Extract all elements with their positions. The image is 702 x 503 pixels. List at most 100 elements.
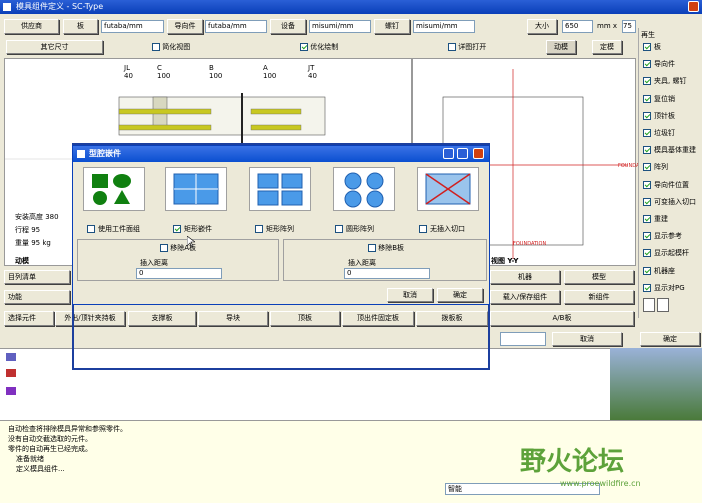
simplify-view-option[interactable]: 简化视图 <box>152 42 190 52</box>
regenerate-item[interactable]: 板 <box>643 42 661 52</box>
regenerate-checkbox[interactable] <box>643 60 651 69</box>
main-cancel-button[interactable]: 取消 <box>552 332 622 346</box>
regenerate-checkbox[interactable] <box>643 129 651 137</box>
blank-field[interactable] <box>500 332 546 346</box>
clamp-plate-button[interactable]: 外出/顶针夹持板 <box>55 311 125 326</box>
b-insert-distance-field[interactable]: 0 <box>344 268 430 279</box>
ab-plate-button[interactable]: A/B板 <box>490 311 634 326</box>
regenerate-item[interactable]: 重建 <box>643 214 668 224</box>
regenerate-item[interactable]: 顶针板 <box>643 111 675 121</box>
dialog-cancel-button[interactable]: 取消 <box>387 288 433 302</box>
supplier-button[interactable]: 供应商 <box>4 19 59 34</box>
top-plate-button[interactable]: 顶板 <box>270 311 340 326</box>
optimize-draw-option[interactable]: 优化绘制 <box>300 42 338 52</box>
regenerate-item[interactable]: 导向件位置 <box>643 180 689 190</box>
detail-checkbox[interactable] <box>448 43 456 51</box>
regenerate-checkbox[interactable] <box>643 283 651 292</box>
remove-b-plate-option[interactable]: 移除B板 <box>368 243 404 253</box>
tree-node-icon[interactable] <box>6 353 16 361</box>
rect-array-icon[interactable] <box>249 167 311 211</box>
a-insert-distance-field[interactable]: 0 <box>136 268 222 279</box>
regenerate-checkbox[interactable] <box>643 232 651 241</box>
guide-field[interactable]: futaba/mm <box>205 20 267 33</box>
model-button[interactable]: 模型 <box>564 270 634 284</box>
dialog-close-icon[interactable] <box>473 148 484 159</box>
main-ok-button[interactable]: 确定 <box>640 332 700 346</box>
regenerate-checkbox[interactable] <box>643 111 651 120</box>
regenerate-checkbox[interactable] <box>643 43 651 51</box>
fixed-half-button[interactable]: 定模 <box>592 40 622 54</box>
insert-option-checkbox[interactable] <box>173 225 181 233</box>
regenerate-item[interactable]: 可变插入切口 <box>643 197 696 207</box>
new-component-button[interactable]: 新组件 <box>564 290 634 304</box>
dialog-ok-button[interactable]: 确定 <box>437 288 483 302</box>
machine-button[interactable]: 机器 <box>490 270 560 284</box>
maximize-icon[interactable] <box>457 148 468 159</box>
simplify-checkbox[interactable] <box>152 43 160 51</box>
size-field-2[interactable]: 75 <box>622 20 636 33</box>
remove-a-plate-checkbox[interactable] <box>160 244 168 252</box>
insert-option-checkbox[interactable] <box>255 225 263 233</box>
regenerate-item[interactable]: 复位销 <box>643 94 675 104</box>
optimize-checkbox[interactable] <box>300 43 308 51</box>
regenerate-item[interactable]: 垃圾钉 <box>643 128 675 138</box>
regenerate-item[interactable]: 阵列 <box>643 162 668 172</box>
circle-array-icon[interactable] <box>333 167 395 211</box>
minimize-icon[interactable] <box>443 148 454 159</box>
plate-button[interactable]: 板 <box>63 19 98 34</box>
tree-node-icon-3[interactable] <box>6 387 16 395</box>
regenerate-checkbox[interactable] <box>643 266 651 275</box>
insert-option[interactable]: 使用工件面组 <box>87 224 140 234</box>
regenerate-checkbox[interactable] <box>643 215 651 223</box>
guide-block-button[interactable]: 导块 <box>198 311 268 326</box>
regenerate-checkbox[interactable] <box>643 146 651 155</box>
move-half-button[interactable]: 动模 <box>546 40 576 54</box>
no-cut-icon[interactable] <box>417 167 479 211</box>
regenerate-item[interactable]: 显示参考 <box>643 231 682 241</box>
screw-button[interactable]: 螺钉 <box>374 19 410 34</box>
regenerate-checkbox[interactable] <box>643 94 651 103</box>
stripper-plate-button[interactable]: 拨板板 <box>416 311 488 326</box>
remove-b-plate-checkbox[interactable] <box>368 244 376 252</box>
regenerate-item[interactable]: 夹具, 螺钉 <box>643 76 686 86</box>
rect-insert-icon[interactable] <box>165 167 227 211</box>
regenerate-item[interactable]: 显示起模杆 <box>643 248 689 258</box>
load-save-button[interactable]: 载入/保存组件 <box>490 290 560 304</box>
regenerate-item[interactable]: 显示对PG <box>643 283 685 293</box>
regenerate-item[interactable]: 机器座 <box>643 266 675 276</box>
plate-field[interactable]: futaba/mm <box>101 20 164 33</box>
model-tree-area <box>0 348 610 421</box>
regenerate-checkbox[interactable] <box>643 180 651 189</box>
list-button[interactable]: 目列清单 <box>4 270 70 284</box>
insert-option[interactable]: 矩形阵列 <box>255 224 294 234</box>
regenerate-item[interactable]: 模具基体重建 <box>643 145 696 155</box>
insert-option-checkbox[interactable] <box>335 225 343 233</box>
detail-view-icon[interactable] <box>657 298 669 312</box>
select-component-button[interactable]: 选择元件 <box>4 311 54 326</box>
screw-field[interactable]: misumi/mm <box>413 20 475 33</box>
device-field[interactable]: misumi/mm <box>309 20 371 33</box>
function-button[interactable]: 功能 <box>4 290 70 304</box>
regenerate-checkbox[interactable] <box>643 197 651 206</box>
regenerate-checkbox[interactable] <box>643 77 651 86</box>
other-size-button[interactable]: 其它尺寸 <box>6 40 103 54</box>
regenerate-checkbox[interactable] <box>643 249 651 258</box>
tree-node-icon-2[interactable] <box>6 369 16 377</box>
size-field[interactable]: 650 <box>562 20 593 33</box>
close-icon[interactable] <box>688 1 699 12</box>
regenerate-checkbox[interactable] <box>643 163 651 172</box>
regenerate-item[interactable]: 导向件 <box>643 59 675 69</box>
support-plate-button[interactable]: 支撑板 <box>128 311 196 326</box>
insert-option[interactable]: 矩形嵌件 <box>173 224 212 234</box>
ejector-fix-plate-button[interactable]: 顶出件固定板 <box>342 311 414 326</box>
shape-groups-icon[interactable] <box>83 167 145 211</box>
detail-open-option[interactable]: 详图打开 <box>448 42 486 52</box>
insert-option[interactable]: 无插入切口 <box>419 224 465 234</box>
device-button[interactable]: 设备 <box>270 19 306 34</box>
list-view-icon[interactable] <box>643 298 655 312</box>
insert-option-checkbox[interactable] <box>87 225 95 233</box>
guide-button[interactable]: 导向件 <box>167 19 203 34</box>
size-button[interactable]: 大小 <box>527 19 557 34</box>
insert-option-checkbox[interactable] <box>419 225 427 233</box>
insert-option[interactable]: 圆形阵列 <box>335 224 374 234</box>
